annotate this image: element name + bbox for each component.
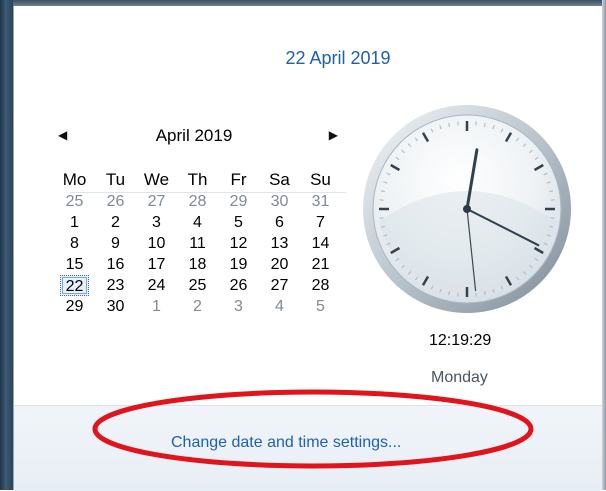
- weekday-header: Su: [300, 169, 341, 191]
- clock-minute-tick: [484, 291, 485, 295]
- calendar-day[interactable]: 2: [177, 296, 218, 317]
- calendar-grid: Mo Tu We Th Fr Sa Su 2526272829303112345…: [54, 169, 344, 317]
- clock-minute-tick: [381, 226, 385, 227]
- clock-minute-tick: [549, 226, 553, 227]
- clock-minute-tick: [449, 291, 450, 295]
- clock-minute-tick: [484, 123, 485, 127]
- calendar-day[interactable]: 2: [95, 212, 136, 233]
- calendar-day[interactable]: 4: [177, 212, 218, 233]
- calendar-day[interactable]: 26: [218, 275, 259, 296]
- popup-footer: Change date and time settings...: [14, 405, 602, 491]
- calendar-day[interactable]: 20: [259, 254, 300, 275]
- calendar-day[interactable]: 5: [300, 296, 341, 317]
- calendar-day[interactable]: 10: [136, 233, 177, 254]
- calendar-day[interactable]: 4: [259, 296, 300, 317]
- calendar-day[interactable]: 21: [300, 254, 341, 275]
- weekday-header: Th: [177, 169, 218, 191]
- calendar-day[interactable]: 15: [54, 254, 95, 275]
- analog-clock: [359, 101, 575, 317]
- calendar-day-selected[interactable]: 22: [60, 275, 89, 296]
- taskbar-frame-left: [0, 0, 13, 490]
- calendar-day[interactable]: 25: [54, 191, 95, 212]
- weekday-label: Monday: [431, 369, 488, 387]
- calendar-day[interactable]: 31: [300, 191, 341, 212]
- weekday-header: Fr: [218, 169, 259, 191]
- next-month-arrow-icon[interactable]: ▶: [329, 128, 338, 142]
- calendar-header: ◀ April 2019 ▶: [54, 126, 334, 150]
- calendar-day[interactable]: 6: [259, 212, 300, 233]
- calendar-day[interactable]: 12: [218, 233, 259, 254]
- calendar-day[interactable]: 3: [136, 212, 177, 233]
- clock-minute-tick: [449, 123, 450, 127]
- calendar-day[interactable]: 14: [300, 233, 341, 254]
- weekday-header: Sa: [259, 169, 300, 191]
- calendar-day[interactable]: 24: [136, 275, 177, 296]
- change-date-time-settings-link[interactable]: Change date and time settings...: [171, 434, 401, 452]
- calendar-day[interactable]: 30: [259, 191, 300, 212]
- clock-center-pin: [463, 205, 471, 213]
- weekday-header: We: [136, 169, 177, 191]
- calendar-day[interactable]: 1: [54, 212, 95, 233]
- calendar-day[interactable]: 26: [95, 191, 136, 212]
- calendar-day[interactable]: 29: [218, 191, 259, 212]
- clock-minute-tick: [549, 191, 553, 192]
- calendar-day[interactable]: 19: [218, 254, 259, 275]
- calendar-day[interactable]: 1: [136, 296, 177, 317]
- window-frame-right: [602, 0, 606, 490]
- calendar-day[interactable]: 5: [218, 212, 259, 233]
- calendar-day[interactable]: 13: [259, 233, 300, 254]
- calendar-day[interactable]: 30: [95, 296, 136, 317]
- clock-minute-tick: [381, 191, 385, 192]
- calendar-day[interactable]: 11: [177, 233, 218, 254]
- weekday-header: Mo: [54, 169, 95, 191]
- digital-time: 12:19:29: [429, 332, 491, 350]
- calendar-day[interactable]: 7: [300, 212, 341, 233]
- long-date-header[interactable]: 22 April 2019: [14, 48, 602, 69]
- calendar-day[interactable]: 25: [177, 275, 218, 296]
- month-title[interactable]: April 2019: [54, 126, 334, 146]
- weekday-header: Tu: [95, 169, 136, 191]
- calendar-day[interactable]: 18: [177, 254, 218, 275]
- calendar-day[interactable]: 8: [54, 233, 95, 254]
- calendar-day[interactable]: 28: [177, 191, 218, 212]
- calendar-day[interactable]: 28: [300, 275, 341, 296]
- calendar-day[interactable]: 9: [95, 233, 136, 254]
- calendar-day[interactable]: 23: [95, 275, 136, 296]
- calendar-day[interactable]: 27: [259, 275, 300, 296]
- date-time-popup: 22 April 2019 ◀ April 2019 ▶ Mo Tu We Th…: [13, 6, 602, 490]
- calendar-day[interactable]: 29: [54, 296, 95, 317]
- calendar-day[interactable]: 16: [95, 254, 136, 275]
- calendar-day[interactable]: 3: [218, 296, 259, 317]
- calendar-day[interactable]: 27: [136, 191, 177, 212]
- calendar-day[interactable]: 17: [136, 254, 177, 275]
